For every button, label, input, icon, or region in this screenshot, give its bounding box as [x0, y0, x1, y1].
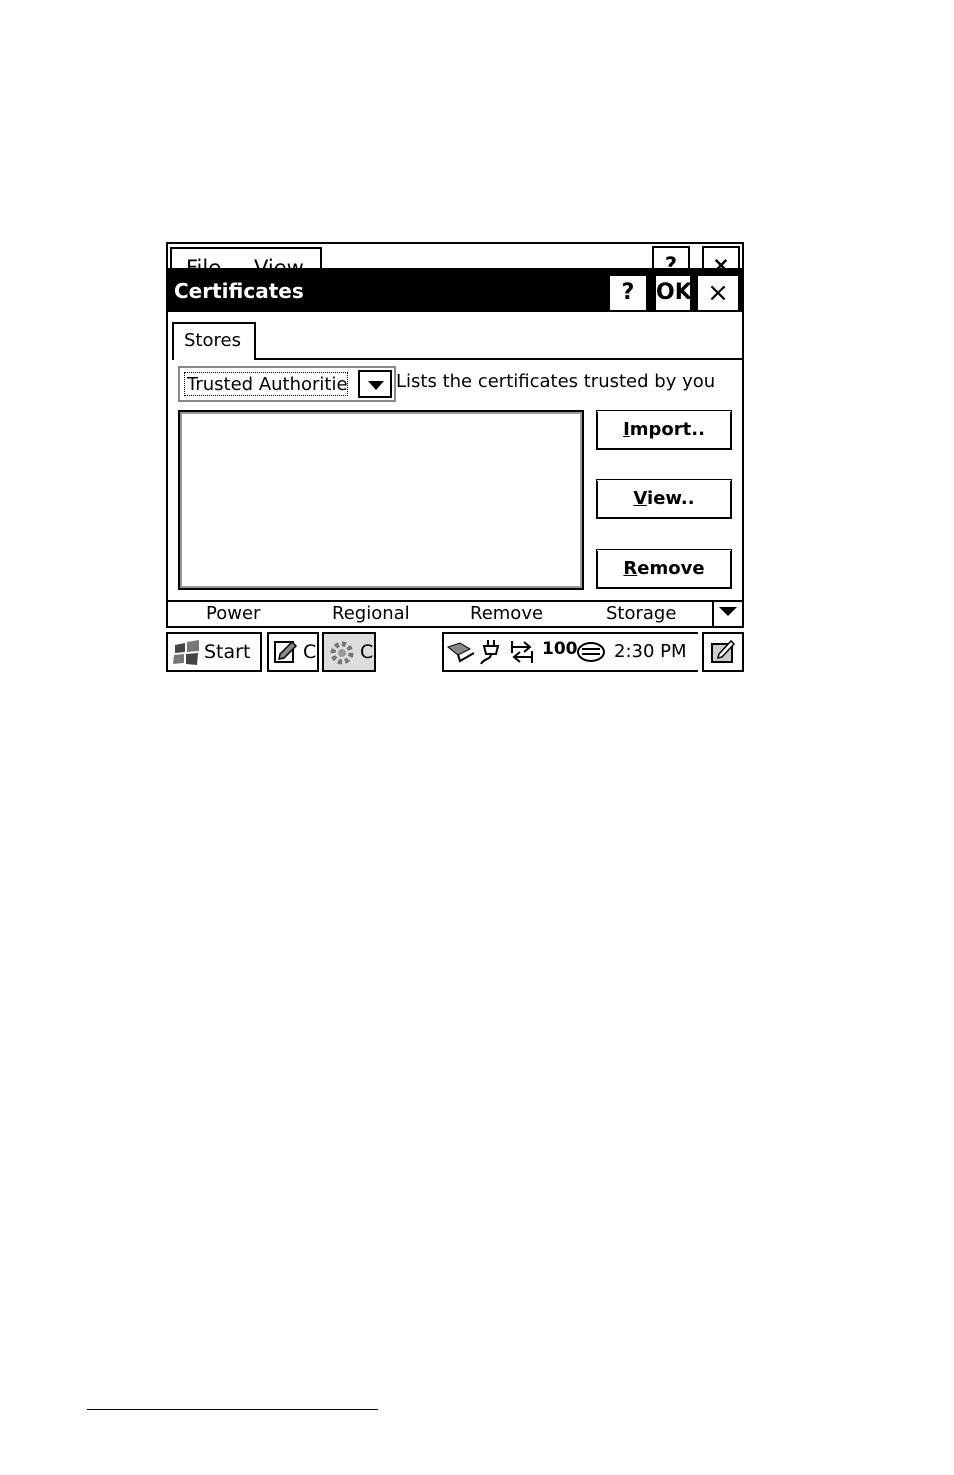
- view-accel: V: [633, 488, 648, 509]
- scroll-down-button[interactable]: [712, 600, 742, 628]
- tab-stores[interactable]: Stores: [172, 322, 256, 360]
- ok-button[interactable]: OK: [656, 276, 692, 310]
- import-button[interactable]: Import..: [596, 410, 732, 450]
- footnote-rule: [87, 1409, 378, 1410]
- dialog-titlebar: Certificates ? OK ×: [168, 270, 742, 312]
- tab-divider: [254, 358, 742, 360]
- view-label: iew..: [647, 488, 695, 509]
- task2-label: C: [360, 641, 374, 663]
- task-button-2[interactable]: C: [322, 632, 376, 672]
- cpl-item-power[interactable]: Power: [206, 603, 260, 624]
- input-panel-icon: [711, 639, 736, 663]
- power-plug-icon: [480, 640, 500, 665]
- store-select[interactable]: Trusted Authorities: [178, 366, 396, 402]
- dropdown-button[interactable]: [358, 370, 392, 398]
- remove-label: emove: [637, 558, 705, 579]
- control-panel-strip: Power Regional Remove Storage: [166, 600, 744, 628]
- notepad-icon: [274, 640, 298, 663]
- store-select-value: Trusted Authorities: [184, 372, 348, 396]
- remove-button[interactable]: Remove: [596, 549, 732, 589]
- certificates-dialog: Certificates ? OK × Stores Trusted Autho…: [166, 268, 744, 602]
- start-button[interactable]: Start: [166, 632, 262, 672]
- sync-arrows-icon: [511, 641, 533, 663]
- dialog-title: Certificates: [174, 279, 304, 303]
- sip-keyboard-button[interactable]: [702, 632, 744, 672]
- help-button[interactable]: ?: [610, 276, 646, 310]
- battery-level: 100: [542, 639, 578, 659]
- cpl-item-storage[interactable]: Storage: [606, 603, 676, 624]
- import-accel: I: [623, 419, 630, 440]
- device-screen: File View ? × Certificates ? OK × Stores…: [166, 242, 744, 674]
- start-label: Start: [204, 641, 251, 663]
- task-button-1[interactable]: C: [267, 632, 319, 672]
- store-description: Lists the certificates trusted by you: [396, 371, 716, 392]
- tab-stores-label: Stores: [184, 330, 241, 351]
- windows-flag-icon: [173, 640, 199, 665]
- cpl-item-regional[interactable]: Regional: [332, 603, 410, 624]
- chevron-down-icon: [719, 607, 737, 616]
- import-label: mport..: [629, 419, 705, 440]
- close-button[interactable]: ×: [698, 276, 738, 310]
- speaker-icon: [577, 642, 605, 662]
- clock[interactable]: 2:30 PM: [614, 641, 687, 662]
- view-button[interactable]: View..: [596, 479, 732, 519]
- gear-icon: [330, 641, 354, 665]
- task1-label: C: [303, 641, 317, 663]
- system-tray: 100 2:30 PM: [442, 632, 698, 672]
- cpl-item-remove[interactable]: Remove: [470, 603, 543, 624]
- certificate-list[interactable]: [178, 410, 584, 590]
- remove-accel: R: [623, 558, 638, 579]
- chevron-down-icon: [368, 381, 384, 390]
- network-icon: [446, 642, 475, 663]
- taskbar: Start C C 100 2:30 PM: [166, 630, 744, 674]
